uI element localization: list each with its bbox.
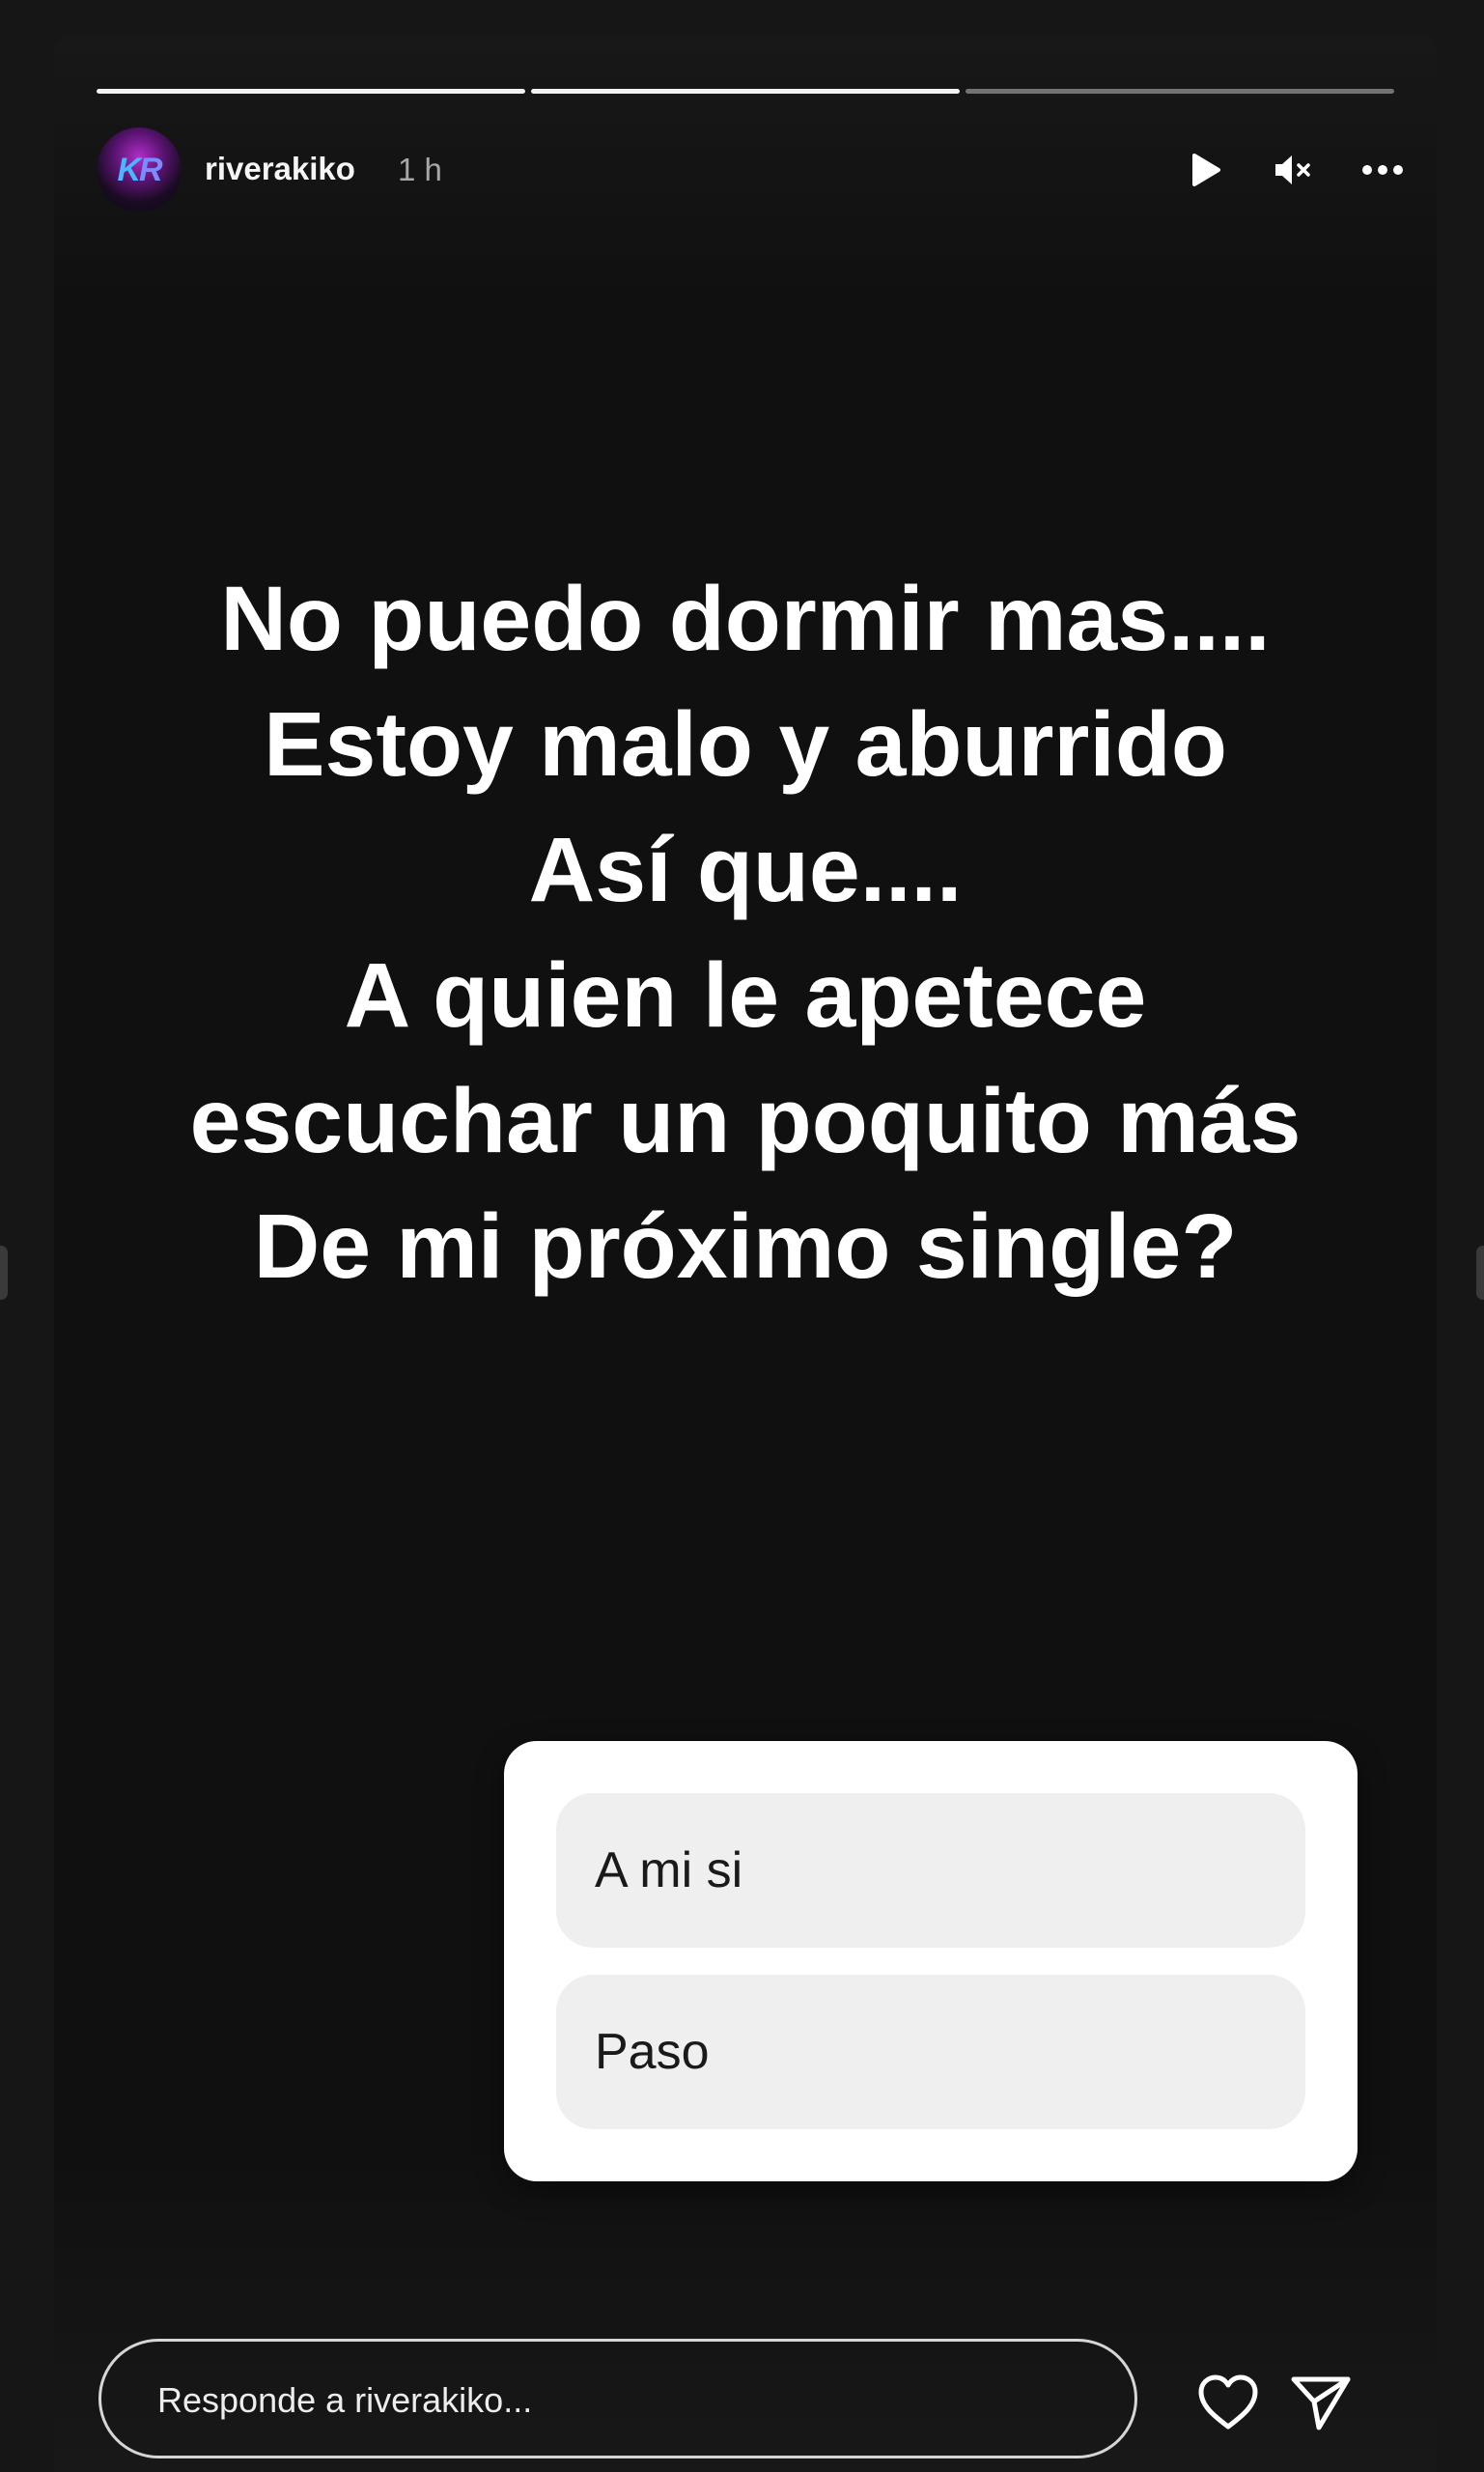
username-link[interactable]: riverakiko [205,151,355,187]
play-icon [1192,154,1220,186]
caption-line: No puedo dormir mas.... [220,568,1271,670]
story-progress-bar [97,89,1394,95]
story-card[interactable]: KR riverakiko 1 h No puedo dormir mas...… [54,35,1437,2472]
play-button[interactable] [1180,145,1230,195]
progress-segment [966,89,1394,94]
progress-segment [531,89,960,94]
kr-logo-icon: KR [117,151,162,188]
progress-segment [97,89,525,94]
previous-story-handle[interactable] [0,1246,8,1300]
heart-icon [1198,2374,1258,2430]
send-icon [1291,2376,1351,2430]
send-button[interactable] [1284,2366,1358,2439]
caption-line: Así que.... [528,819,963,921]
reply-field[interactable] [98,2339,1137,2458]
caption-line: De mi próximo single? [253,1195,1238,1298]
poll-option-paso[interactable]: Paso [556,1975,1305,2129]
reply-input[interactable] [155,2371,1067,2430]
muted-speaker-icon [1275,155,1310,184]
caption-line: A quien le apetece [344,944,1147,1047]
story-viewer: KR riverakiko 1 h No puedo dormir mas...… [0,0,1484,2472]
next-story-handle[interactable] [1476,1246,1484,1300]
story-caption: No puedo dormir mas.... Estoy malo y abu… [54,556,1437,1309]
poll-sticker: A mi si Paso [504,1741,1358,2181]
poll-option-a-mi-si[interactable]: A mi si [556,1793,1305,1948]
more-dots-icon [1362,165,1403,175]
progress-fill [97,89,525,94]
story-header: KR riverakiko 1 h [97,127,1403,214]
post-time: 1 h [398,152,442,187]
progress-fill [531,89,960,94]
more-options-button[interactable] [1358,145,1408,195]
caption-line: escuchar un poquito más [189,1070,1302,1172]
caption-line: Estoy malo y aburrido [264,693,1227,796]
mute-button[interactable] [1267,145,1317,195]
profile-avatar[interactable]: KR [97,127,182,212]
like-button[interactable] [1191,2366,1265,2439]
